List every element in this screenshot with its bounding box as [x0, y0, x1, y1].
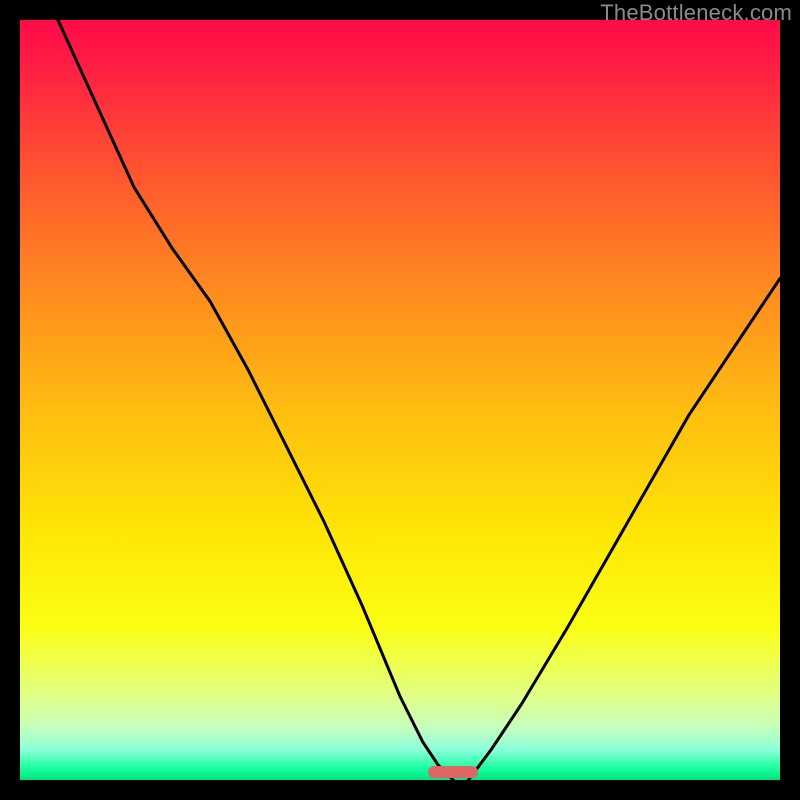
watermark-text: TheBottleneck.com [600, 0, 792, 26]
chart-frame: TheBottleneck.com [0, 0, 800, 800]
optimal-marker [428, 766, 478, 778]
gradient-plot-area [20, 20, 780, 780]
